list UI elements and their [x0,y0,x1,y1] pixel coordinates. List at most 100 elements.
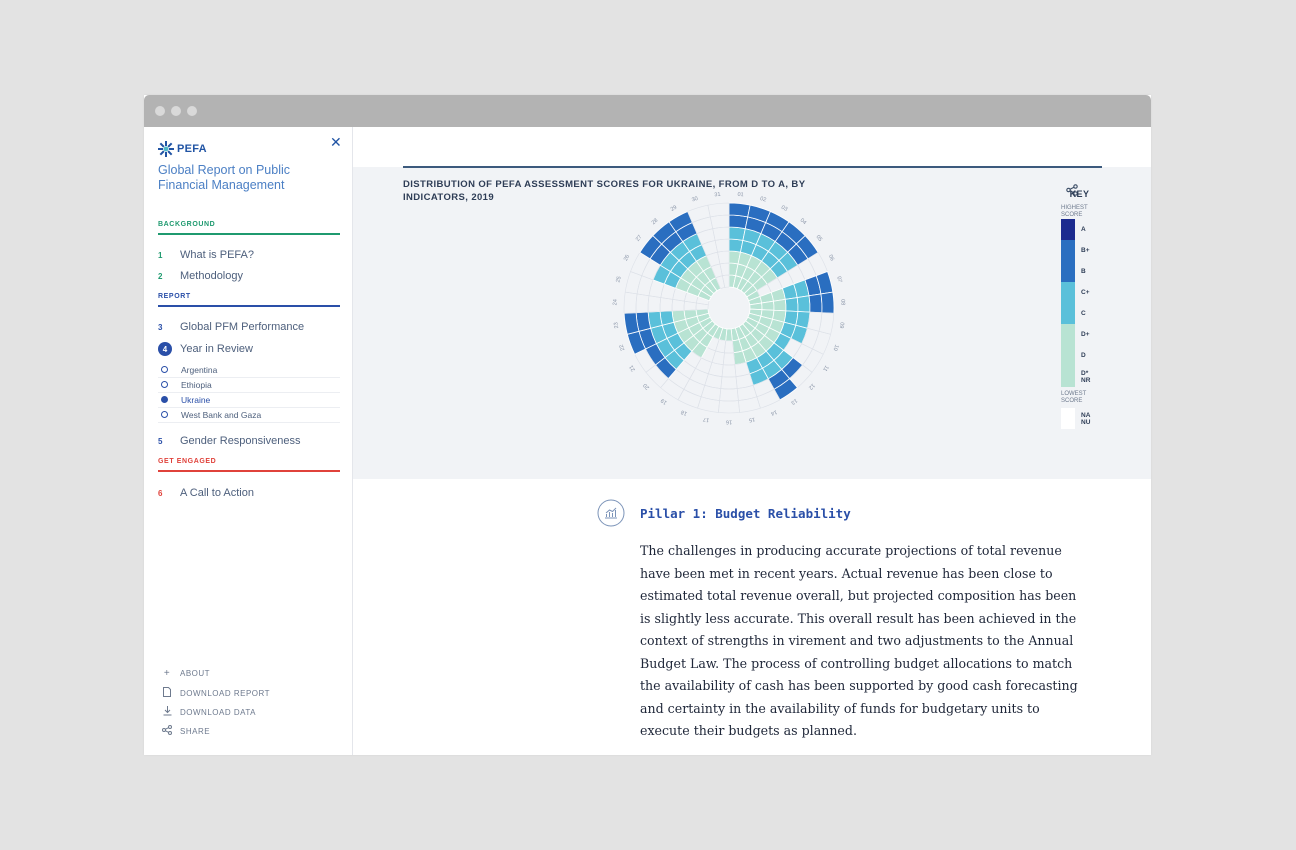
subnav-label: West Bank and Gaza [181,409,262,420]
empty-cell [802,348,824,373]
empty-cell [818,312,835,335]
pefa-star-icon [158,141,174,157]
indicator-label: 03 [780,205,788,213]
chart-icon [597,499,625,527]
nav-item-year-in-review[interactable]: 4 Year in Review [158,342,253,356]
section-heading-report: REPORT [158,293,340,307]
key-swatch [1061,303,1075,324]
empty-cell [714,238,730,253]
subnav-item-argentina[interactable]: Argentina [158,362,340,378]
logo-text: PEFA [177,143,207,155]
indicator-label: 15 [748,416,755,423]
key-swatch [1061,219,1075,240]
download-report-link[interactable]: DOWNLOAD REPORT [160,687,270,700]
empty-cell [697,396,720,413]
pillar-heading: Pillar 1: Budget Reliability [597,499,851,527]
subnav-item-ethiopia[interactable]: Ethiopia [158,377,340,393]
nav-number: 5 [158,436,163,446]
about-link[interactable]: + ABOUT [160,668,210,679]
subnav-item-ukraine[interactable]: Ukraine [158,392,340,408]
empty-cell [719,388,739,402]
subnav-label: Ethiopia [181,379,212,390]
key-level: D* NR [1057,366,1102,387]
indicator-label: 07 [835,276,842,283]
indicator-label: 25 [615,276,622,283]
window-dot-icon[interactable] [155,106,165,116]
key-level: D+ [1057,324,1102,345]
key-level: A [1057,219,1102,240]
window-dot-icon[interactable] [187,106,197,116]
nav-label: What is PEFA? [180,249,254,261]
pefa-logo[interactable]: PEFA [158,139,207,159]
indicator-label: 05 [815,234,823,243]
nav-number: 1 [158,250,163,260]
empty-cell [721,364,737,378]
key-level: B+ [1057,240,1102,261]
key-label: C+ [1081,289,1090,296]
nav-number-active: 4 [158,342,172,356]
chart-panel: 01 02 03 04 05 06 07 08 09 10 11 12 13 14 15 16 17 18 19 20… [353,167,1151,479]
window-dot-icon[interactable] [171,106,181,116]
nav-item-gender-responsiveness[interactable]: 5 Gender Responsiveness [158,435,300,447]
footer-label: DOWNLOAD DATA [180,708,256,717]
radio-dot-icon [161,381,168,388]
title-bar [144,95,1151,127]
empty-cell [736,384,758,401]
indicator-label: 18 [680,408,688,416]
key-highest-label: HIGHEST SCORE [1061,205,1088,218]
indicator-label: 22 [619,344,627,352]
key-label: NA NU [1081,411,1091,426]
key-level: C+ [1057,282,1102,303]
subnav-item-west-bank-and-gaza[interactable]: West Bank and Gaza [158,407,340,423]
key-swatch [1061,345,1075,366]
key-swatch [1061,282,1075,303]
key-level: NA NU [1057,408,1102,429]
score-cell [808,293,823,314]
share-link[interactable]: SHARE [160,725,210,738]
empty-cell [689,367,709,386]
radial-chart: 0102030405060708091011121314151617181920… [612,192,845,425]
empty-cell [647,295,662,313]
key-lowest-label: LOWEST SCORE [1061,391,1087,404]
indicator-label: 27 [635,234,643,243]
footer-label: SHARE [180,727,211,736]
download-data-link[interactable]: DOWNLOAD DATA [160,706,256,719]
empty-cell [812,330,832,355]
key-level: C [1057,303,1102,324]
subnav-label: Ukraine [181,394,211,405]
indicator-label: 08 [839,299,845,305]
nav-item-global-pfm-performance[interactable]: 3 Global PFM Performance [158,321,304,333]
score-cell [784,297,799,312]
empty-cell [722,352,736,366]
key-swatch [1061,366,1075,387]
key-label: A [1081,226,1086,233]
nav-number: 3 [158,322,163,332]
nav-item-what-is-pefa[interactable]: 1 What is PEFA? [158,249,254,261]
key-level: D [1057,345,1102,366]
plus-icon: + [163,668,171,679]
empty-cell [718,400,740,414]
empty-cell [720,376,738,390]
key-swatch [1061,324,1075,345]
indicator-label: 14 [770,408,778,416]
indicator-label: 26 [623,254,631,262]
indicator-label: 17 [703,416,710,423]
nav-number: 6 [158,488,163,498]
indicator-label: 11 [821,364,829,372]
radio-dot-icon [161,411,168,418]
score-cell [796,295,811,313]
score-cell [659,310,675,326]
nav-item-methodology[interactable]: 2 Methodology [158,270,243,282]
nav-label: Gender Responsiveness [180,435,301,447]
report-title: Global Report on Public Financial Manage… [158,163,291,192]
nav-item-a-call-to-action[interactable]: 6 A Call to Action [158,487,254,499]
radio-dot-icon [161,366,168,373]
score-cell [761,300,775,311]
nav-label: Methodology [180,270,243,282]
close-icon[interactable]: ✕ [330,134,342,151]
empty-cell [635,293,650,314]
empty-cell [695,357,713,375]
empty-cell [735,373,754,389]
key-label: B [1081,268,1086,275]
key-label: D* NR [1081,369,1091,384]
